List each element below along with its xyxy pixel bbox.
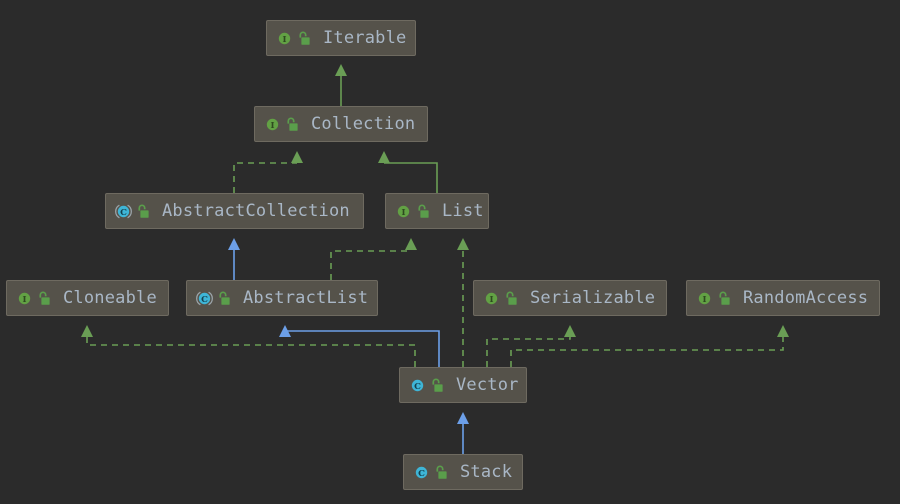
edge-line [284,330,440,367]
node-vector[interactable]: C Vector [399,367,527,403]
interface-icon: I [698,292,711,304]
edge-arrowhead [564,325,576,337]
svg-text:C: C [120,207,127,217]
interface-icon: I [18,292,31,304]
node-icon-group: I [16,290,50,307]
unlocked-padlock-icon [138,204,149,218]
edge-abstractlist-to-abstractcollection [228,238,240,280]
interface-icon: I [397,205,410,217]
edge-collection-to-iterable [335,64,347,106]
node-serializable[interactable]: I Serializable [473,280,667,316]
unlocked-padlock-icon [436,465,447,479]
edge-layer [81,64,789,454]
svg-text:I: I [401,207,405,217]
node-label: AbstractList [243,287,369,308]
unlocked-padlock-icon [719,291,730,305]
edge-line [384,162,438,193]
interface-icon: I [266,118,279,130]
edge-vector-to-serializable [486,325,576,367]
edge-arrowhead [457,412,469,424]
svg-text:I: I [22,294,26,304]
node-abstractcollection[interactable]: C AbstractCollection [105,193,364,229]
edge-line [330,250,412,280]
unlocked-padlock-icon [432,378,443,392]
node-label: Collection [311,113,416,134]
node-icon-group: C [413,464,447,481]
node-label: List [442,200,484,221]
node-icon-group: I [264,116,298,133]
abstract-class-icon: C [196,291,213,305]
svg-text:C: C [201,294,208,304]
edge-vector-to-cloneable [81,325,416,367]
edge-arrowhead [291,151,303,163]
node-collection[interactable]: I Collection [254,106,428,142]
node-label: Stack [460,461,513,482]
svg-text:I: I [282,34,286,44]
node-icon-group: I [483,290,517,307]
edge-arrowhead [228,238,240,250]
node-icon-group: C [115,203,149,220]
svg-text:I: I [489,294,493,304]
unlocked-padlock-icon [39,291,50,305]
node-icon-group: C [409,377,443,394]
edge-line [233,162,297,193]
node-list[interactable]: I List [385,193,489,229]
node-label: Vector [456,374,519,395]
unlocked-padlock-icon [299,31,310,45]
node-icon-group: I [276,30,310,47]
node-label: Cloneable [63,287,157,308]
edge-line [510,337,784,367]
interface-icon: I [278,32,291,44]
edge-arrowhead [405,238,417,250]
svg-text:C: C [414,381,421,391]
node-randomaccess[interactable]: I RandomAccess [686,280,880,316]
node-label: RandomAccess [743,287,869,308]
unlocked-padlock-icon [219,291,230,305]
node-icon-group: I [696,290,730,307]
svg-text:I: I [270,120,274,130]
edge-arrowhead [335,64,347,76]
svg-text:I: I [702,294,706,304]
edge-line [486,337,571,367]
unlocked-padlock-icon [418,204,429,218]
edge-arrowhead [457,238,469,250]
abstract-class-icon: C [115,204,132,218]
node-abstractlist[interactable]: C AbstractList [186,280,378,316]
node-icon-group: C [196,290,230,307]
edge-line [86,337,416,367]
class-icon: C [411,379,424,391]
edge-abstractcollection-to-collection [233,151,303,193]
edge-vector-to-randomaccess [510,325,789,367]
edge-arrowhead [81,325,93,337]
class-icon: C [415,466,428,478]
node-label: Iterable [323,27,407,48]
node-label: AbstractCollection [162,200,350,221]
svg-text:C: C [418,468,425,478]
node-stack[interactable]: C Stack [403,454,523,490]
node-cloneable[interactable]: I Cloneable [6,280,169,316]
edge-vector-to-list [457,238,469,367]
node-iterable[interactable]: I Iterable [266,20,416,56]
unlocked-padlock-icon [506,291,517,305]
class-hierarchy-diagram: I Iterable I Collection C AbstractCollection I… [0,0,900,504]
edge-arrowhead [378,151,390,163]
interface-icon: I [485,292,498,304]
edge-list-to-collection [378,151,438,193]
node-label: Serializable [530,287,656,308]
edge-arrowhead [777,325,789,337]
edge-vector-to-abstractlist [279,325,440,367]
edge-abstractlist-to-list [330,238,417,280]
node-icon-group: I [395,203,429,220]
edge-stack-to-vector [457,412,469,454]
edge-arrowhead [279,325,291,337]
unlocked-padlock-icon [287,117,298,131]
